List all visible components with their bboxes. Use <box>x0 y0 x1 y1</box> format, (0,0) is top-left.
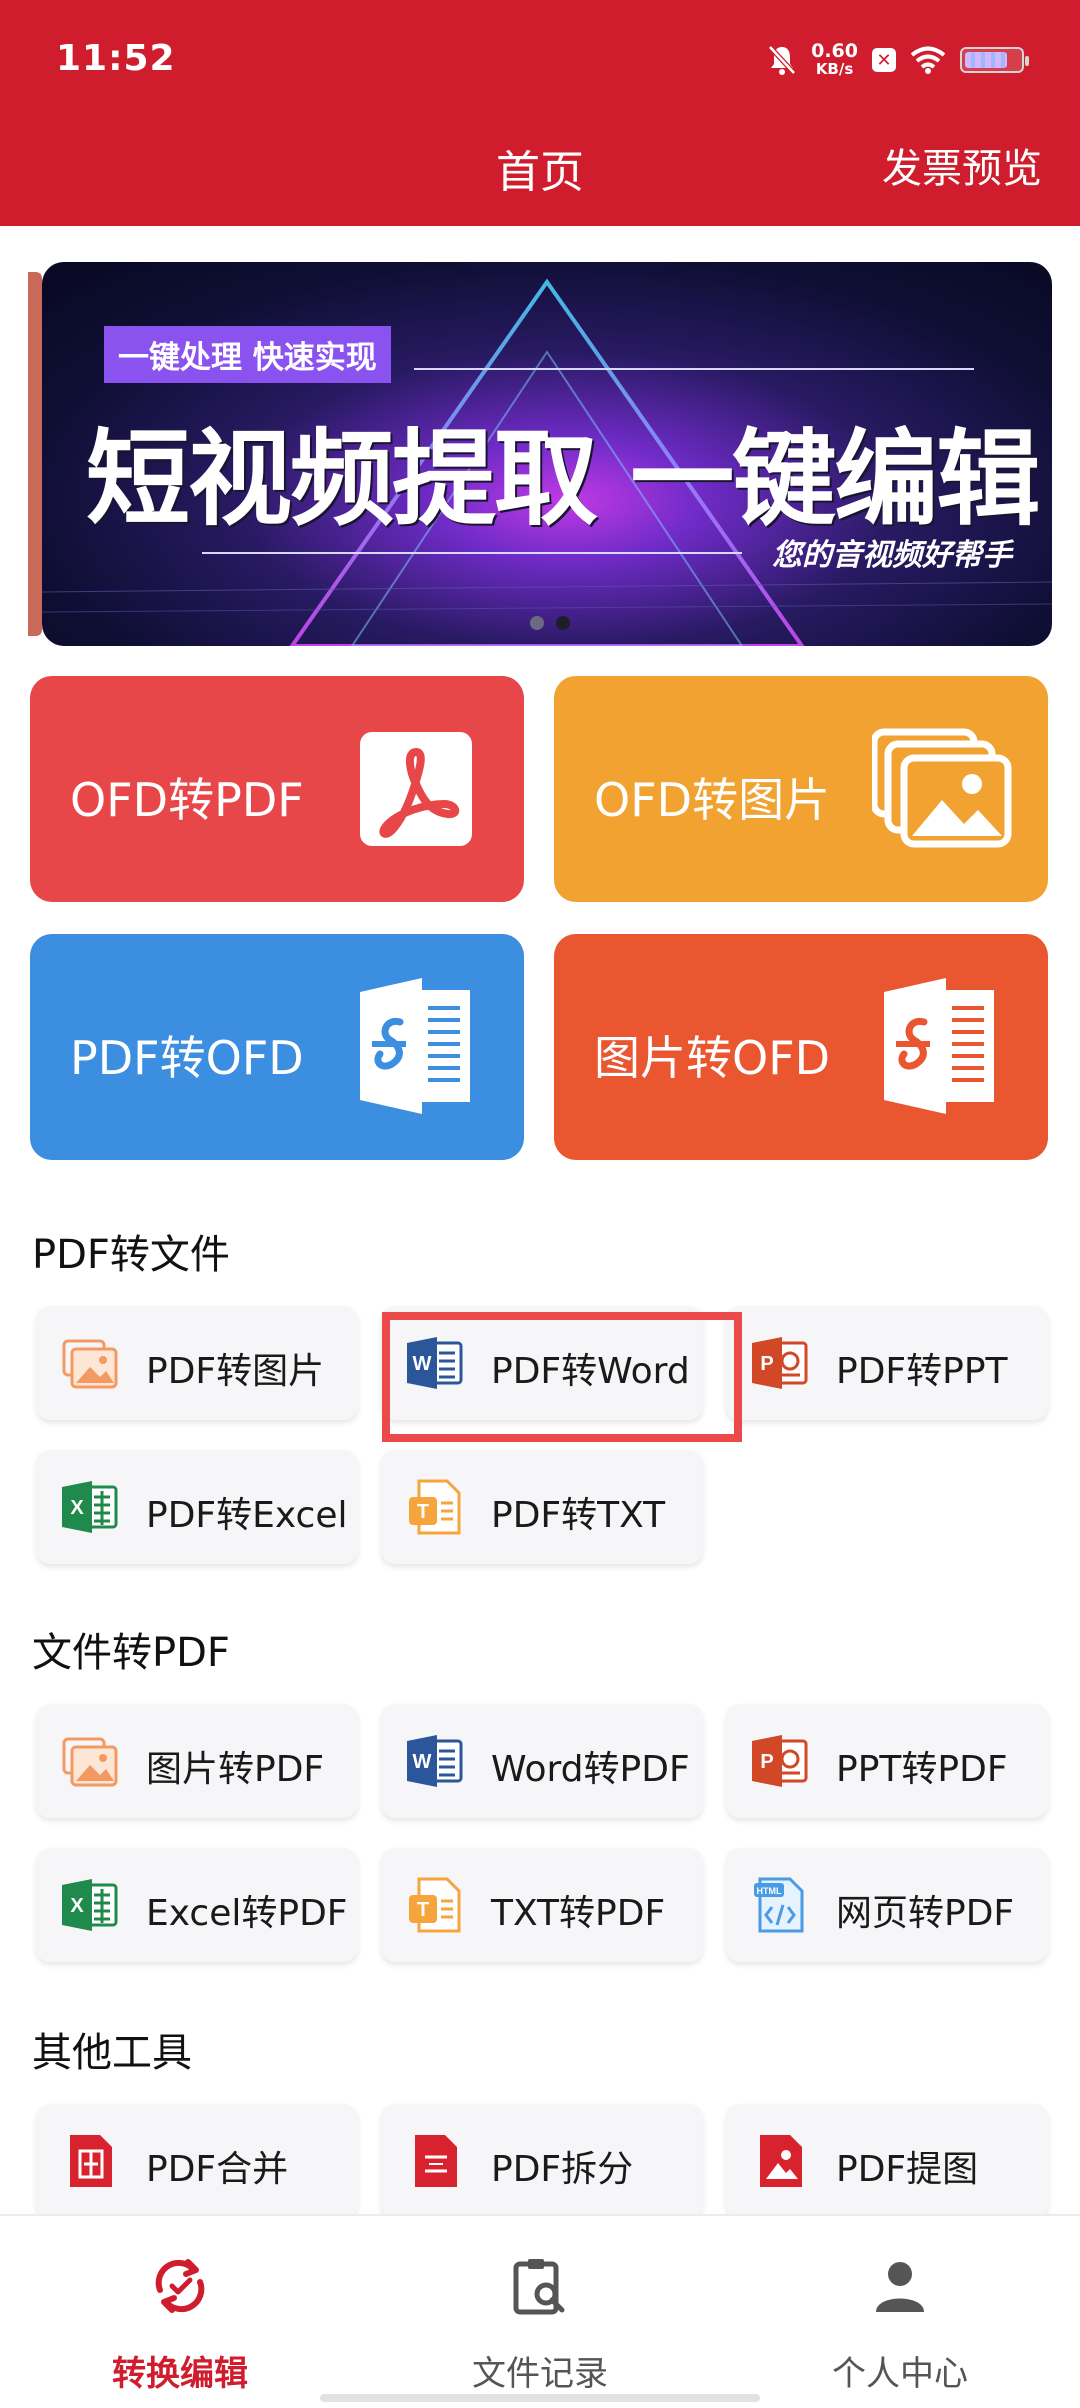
banner-tag: 一键处理 快速实现 <box>104 326 391 383</box>
bottom-navigation: 转换编辑 文件记录 个人中心 <box>0 2214 1080 2408</box>
net-speed: 0.60 KB/s <box>811 40 858 79</box>
file-record-icon <box>513 2259 565 2315</box>
section-title-file-to-pdf: 文件转PDF <box>32 1630 230 1676</box>
ofd-to-image-card[interactable]: OFD转图片 <box>554 676 1048 902</box>
tool-label: PPT转PDF <box>836 1749 1008 1790</box>
nav-item-convert-edit[interactable]: 转换编辑 <box>0 2216 360 2408</box>
tool-label: PDF转TXT <box>491 1495 666 1536</box>
ppt-icon: P <box>752 1735 808 1787</box>
ofd-to-pdf-card[interactable]: OFD转PDF <box>30 676 524 902</box>
pdf-to-ppt-button[interactable]: P PDF转PPT <box>726 1306 1048 1420</box>
home-indicator[interactable] <box>320 2394 760 2402</box>
image-to-pdf-button[interactable]: 图片转PDF <box>36 1704 358 1818</box>
net-speed-unit: KB/s <box>815 60 854 78</box>
top-bar: 11:52 0.60 KB/s ✕ 首页 发票预览 <box>0 0 1080 226</box>
tool-label: PDF转Excel <box>146 1495 348 1536</box>
highlight-box <box>382 1312 742 1442</box>
svg-text:P: P <box>760 1751 773 1773</box>
webpage-to-pdf-button[interactable]: HTML 网页转PDF <box>726 1848 1048 1962</box>
pdf-to-txt-button[interactable]: T PDF转TXT <box>381 1450 703 1564</box>
txt-icon: T <box>409 1877 461 1933</box>
excel-icon: X <box>62 1879 118 1931</box>
card-label: OFD转PDF <box>70 773 304 827</box>
ofd-doc-icon <box>884 978 994 1114</box>
tool-label: TXT转PDF <box>491 1893 666 1934</box>
ppt-to-pdf-button[interactable]: P PPT转PDF <box>726 1704 1048 1818</box>
banner-carousel[interactable]: 一键处理 快速实现 短视频提取 一键编辑 您的音视频好帮手 <box>28 262 1052 646</box>
svg-text:W: W <box>413 1751 432 1773</box>
convert-edit-icon <box>155 2259 205 2313</box>
banner-previous-peek <box>28 272 42 636</box>
pdf-extract-image-icon <box>760 2135 802 2187</box>
svg-text:T: T <box>417 1899 429 1921</box>
nav-label: 个人中心 <box>832 2354 968 2394</box>
html-icon: HTML <box>754 1877 804 1933</box>
mute-bell-icon <box>768 45 796 75</box>
status-icons: 0.60 KB/s ✕ <box>767 40 1029 80</box>
images-stack-icon <box>872 728 1012 848</box>
tool-label: PDF拆分 <box>491 2149 634 2190</box>
pdf-to-ofd-card[interactable]: PDF转OFD <box>30 934 524 1160</box>
image-to-ofd-card[interactable]: 图片转OFD <box>554 934 1048 1160</box>
svg-text:P: P <box>760 1353 773 1375</box>
banner-slide[interactable]: 一键处理 快速实现 短视频提取 一键编辑 您的音视频好帮手 <box>42 262 1052 646</box>
txt-to-pdf-button[interactable]: T TXT转PDF <box>381 1848 703 1962</box>
card-label: 图片转OFD <box>594 1031 831 1085</box>
word-icon: W <box>407 1735 463 1787</box>
excel-to-pdf-button[interactable]: X Excel转PDF <box>36 1848 358 1962</box>
nav-item-file-record[interactable]: 文件记录 <box>360 2216 720 2408</box>
battery-icon <box>960 47 1029 73</box>
excel-icon: X <box>62 1481 118 1533</box>
tool-label: PDF提图 <box>836 2149 979 2190</box>
svg-text:X: X <box>70 1497 84 1519</box>
tool-label: Excel转PDF <box>146 1893 348 1934</box>
svg-text:T: T <box>417 1501 429 1523</box>
ofd-doc-icon <box>360 978 470 1114</box>
pdf-merge-icon <box>70 2135 112 2187</box>
word-to-pdf-button[interactable]: W Word转PDF <box>381 1704 703 1818</box>
tool-label: PDF转PPT <box>836 1351 1008 1392</box>
nav-item-personal-center[interactable]: 个人中心 <box>720 2216 1080 2408</box>
pdf-split-button[interactable]: PDF拆分 <box>381 2104 703 2218</box>
person-icon <box>876 2262 924 2312</box>
txt-icon: T <box>409 1479 461 1535</box>
tool-label: PDF合并 <box>146 2149 289 2190</box>
card-label: PDF转OFD <box>70 1031 304 1085</box>
banner-headline: 短视频提取 一键编辑 <box>86 418 1040 540</box>
nav-label: 文件记录 <box>472 2354 608 2394</box>
svg-text:HTML: HTML <box>757 1886 782 1896</box>
banner-subtitle: 您的音视频好帮手 <box>772 538 1012 573</box>
pdf-merge-button[interactable]: PDF合并 <box>36 2104 358 2218</box>
nav-label: 转换编辑 <box>112 2354 248 2394</box>
banner-divider-bottom <box>202 552 742 554</box>
wifi-icon <box>910 46 946 74</box>
svg-text:X: X <box>70 1895 84 1917</box>
carousel-dots <box>530 616 570 630</box>
carousel-dot-active[interactable] <box>556 616 570 630</box>
pdf-to-excel-button[interactable]: X PDF转Excel <box>36 1450 358 1564</box>
tool-label: Word转PDF <box>491 1749 690 1790</box>
tool-label: 网页转PDF <box>836 1893 1015 1934</box>
pdf-acrobat-icon <box>360 732 472 846</box>
tool-label: 图片转PDF <box>146 1749 325 1790</box>
x-app-icon: ✕ <box>872 48 896 72</box>
invoice-preview-button[interactable]: 发票预览 <box>882 136 1042 194</box>
pdf-extract-image-button[interactable]: PDF提图 <box>726 2104 1048 2218</box>
ppt-icon: P <box>752 1337 808 1389</box>
pdf-to-image-button[interactable]: PDF转图片 <box>36 1306 358 1420</box>
banner-divider-top <box>414 368 974 370</box>
image-file-icon <box>62 1339 118 1389</box>
image-file-icon <box>62 1737 118 1787</box>
tool-label: PDF转图片 <box>146 1351 325 1392</box>
pdf-split-icon <box>415 2135 457 2187</box>
carousel-dot[interactable] <box>530 616 544 630</box>
section-title-pdf-to-file: PDF转文件 <box>32 1232 230 1278</box>
card-label: OFD转图片 <box>594 773 831 827</box>
status-time: 11:52 <box>56 38 176 79</box>
net-speed-value: 0.60 <box>811 40 858 62</box>
section-title-other-tools: 其他工具 <box>32 2030 192 2076</box>
